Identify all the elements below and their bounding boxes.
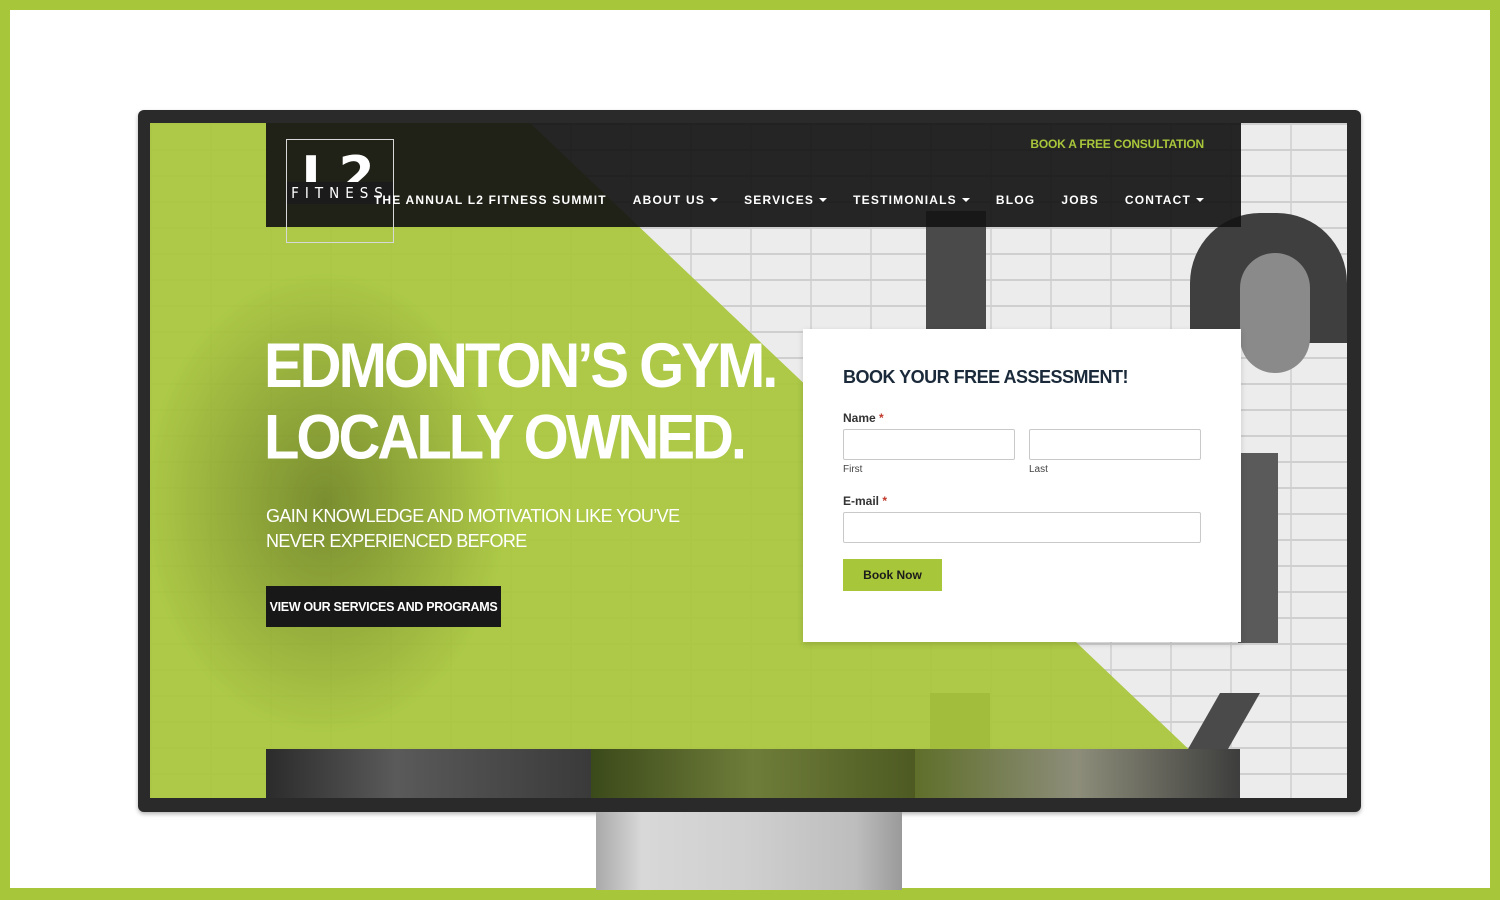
- assessment-form-card: BOOK YOUR FREE ASSESSMENT! Name * First …: [803, 329, 1241, 642]
- nav-label: ABOUT US: [632, 193, 706, 207]
- email-label: E-mail *: [843, 494, 887, 508]
- chevron-down-icon: [819, 198, 828, 202]
- nav-label: BLOG: [995, 193, 1036, 207]
- nav-item-services[interactable]: SERVICES: [744, 193, 828, 207]
- wall-letter-shape: [1240, 253, 1310, 373]
- required-mark: *: [882, 494, 888, 508]
- nav-item-summit[interactable]: THE ANNUAL L2 FITNESS SUMMIT: [374, 193, 607, 207]
- hero-subheading: GAIN KNOWLEDGE AND MOTIVATION LIKE YOU’V…: [266, 504, 680, 554]
- required-mark: *: [879, 411, 884, 425]
- gallery-strip: [266, 749, 1241, 798]
- main-nav: THE ANNUAL L2 FITNESS SUMMIT ABOUT US SE…: [374, 193, 1204, 207]
- book-now-button[interactable]: Book Now: [843, 559, 942, 591]
- email-label-text: E-mail: [843, 494, 880, 508]
- nav-label: SERVICES: [744, 193, 815, 207]
- services-cta-button[interactable]: VIEW OUR SERVICES AND PROGRAMS: [266, 586, 501, 627]
- form-title: BOOK YOUR FREE ASSESSMENT!: [843, 367, 1129, 387]
- nav-item-contact[interactable]: CONTACT: [1125, 193, 1204, 207]
- hero-headline-line2: LOCALLY OWNED.: [264, 402, 747, 473]
- hero-sub-line2: NEVER EXPERIENCED BEFORE: [266, 531, 527, 551]
- last-name-input[interactable]: [1029, 429, 1201, 460]
- nav-label: CONTACT: [1124, 193, 1191, 207]
- gallery-image: [915, 749, 1241, 798]
- nav-label: TESTIMONIALS: [853, 193, 957, 207]
- gallery-image: [590, 749, 916, 798]
- hero-headline-line1: EDMONTON’S GYM.: [264, 331, 778, 402]
- chevron-down-icon: [961, 198, 970, 202]
- first-name-input[interactable]: [843, 429, 1015, 460]
- hero-headline: EDMONTON’S GYM. LOCALLY OWNED.: [264, 331, 778, 474]
- last-name-hint: Last: [1029, 464, 1048, 475]
- nav-label: THE ANNUAL L2 FITNESS SUMMIT: [373, 193, 607, 207]
- website-screen: L2 FITNESS BOOK A FREE CONSULTATION THE …: [150, 123, 1347, 798]
- nav-label: JOBS: [1061, 193, 1099, 207]
- first-name-hint: First: [843, 464, 863, 475]
- book-consultation-link[interactable]: BOOK A FREE CONSULTATION: [1030, 137, 1204, 151]
- name-label-text: Name: [843, 411, 876, 425]
- nav-item-jobs[interactable]: JOBS: [1061, 193, 1098, 207]
- l2-fitness-logo[interactable]: L2 FITNESS: [286, 139, 394, 243]
- chevron-down-icon: [1196, 198, 1204, 202]
- name-label: Name *: [843, 411, 884, 425]
- chevron-down-icon: [710, 198, 719, 202]
- nav-item-testimonials[interactable]: TESTIMONIALS: [853, 193, 970, 207]
- gallery-image: [266, 749, 591, 798]
- monitor-stand: [596, 812, 902, 890]
- email-field[interactable]: [843, 512, 1201, 543]
- hero-sub-line1: GAIN KNOWLEDGE AND MOTIVATION LIKE YOU’V…: [266, 506, 680, 526]
- nav-item-about[interactable]: ABOUT US: [632, 193, 719, 207]
- nav-item-blog[interactable]: BLOG: [996, 193, 1035, 207]
- wall-letter-shape: [1238, 453, 1278, 643]
